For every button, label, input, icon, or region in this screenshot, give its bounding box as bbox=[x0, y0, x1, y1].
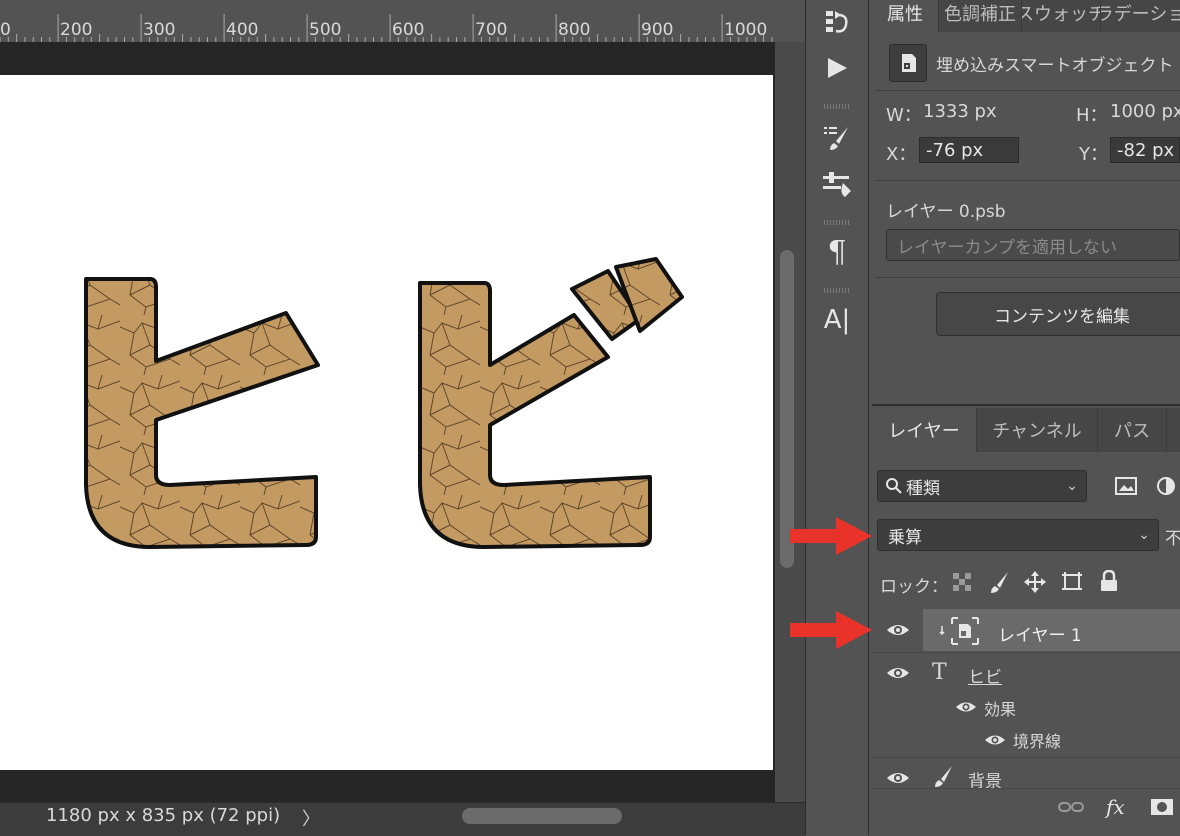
character-icon[interactable]: A| bbox=[806, 300, 868, 340]
layer-row-text[interactable] bbox=[873, 652, 1180, 693]
visibility-eye-icon[interactable] bbox=[886, 770, 910, 786]
opacity-label: 不 bbox=[1165, 529, 1180, 549]
text-layer-type-icon: T bbox=[932, 660, 947, 685]
lock-transparent-pixels-icon[interactable] bbox=[953, 573, 971, 591]
layer-name-layer1[interactable]: レイヤー 1 bbox=[998, 621, 1082, 646]
visibility-eye-icon[interactable] bbox=[886, 622, 910, 638]
horizontal-scroll-thumb[interactable] bbox=[462, 808, 622, 824]
lock-label: ロック： bbox=[880, 577, 948, 597]
document-info: 1180 px x 835 px (72 ppi) bbox=[46, 805, 281, 826]
lock-position-icon[interactable] bbox=[1023, 570, 1047, 594]
status-menu-arrow[interactable]: 〉 bbox=[302, 805, 320, 831]
tab-gradients[interactable]: グラデーション bbox=[1101, 0, 1180, 32]
ruler-label-800: 800 bbox=[558, 20, 591, 40]
lock-all-icon[interactable] bbox=[1099, 570, 1119, 592]
object-type-label: 埋め込みスマートオブジェクト bbox=[936, 56, 1174, 76]
smart-object-icon bbox=[889, 44, 927, 82]
y-position-field[interactable]: -82 px bbox=[1110, 137, 1180, 163]
filter-kind-label: 種類 bbox=[906, 478, 940, 499]
edit-contents-button[interactable]: コンテンツを編集 bbox=[936, 292, 1180, 336]
link-layers-icon[interactable] bbox=[1058, 800, 1084, 814]
brush-icon bbox=[935, 766, 952, 787]
divider bbox=[875, 277, 1180, 278]
history-icon[interactable] bbox=[806, 2, 868, 42]
tab-swatches[interactable]: スウォッチ bbox=[1022, 0, 1101, 32]
x-position-field[interactable]: -76 px bbox=[919, 137, 1019, 163]
add-mask-icon[interactable] bbox=[1150, 798, 1174, 816]
cracked-text-artwork bbox=[84, 257, 684, 549]
visibility-eye-icon[interactable] bbox=[886, 665, 910, 681]
ruler-label-300: 300 bbox=[143, 20, 176, 40]
chevron-down-icon: ⌄ bbox=[1138, 527, 1150, 543]
ruler-label-700: 700 bbox=[475, 20, 508, 40]
panel-grip[interactable] bbox=[824, 104, 850, 109]
ruler-label-900: 900 bbox=[641, 20, 674, 40]
y-label: Y： bbox=[1079, 144, 1108, 165]
brush-settings-icon[interactable] bbox=[806, 118, 868, 158]
panel-grip[interactable] bbox=[824, 220, 850, 225]
height-value[interactable]: 1000 px bbox=[1110, 101, 1180, 122]
annotation-arrow-layer bbox=[790, 611, 872, 649]
smart-object-thumbnail-icon bbox=[939, 617, 979, 645]
play-action-icon[interactable] bbox=[806, 48, 868, 88]
chevron-down-icon: ⌄ bbox=[1066, 478, 1078, 494]
image-filter-icon[interactable] bbox=[1114, 476, 1138, 496]
ruler-label-0: 0 bbox=[0, 20, 11, 40]
divider bbox=[875, 180, 1180, 181]
layer-name-text[interactable]: ヒビ bbox=[968, 663, 1002, 688]
ruler-label-200: 200 bbox=[60, 20, 93, 40]
height-label: H： bbox=[1076, 105, 1108, 126]
smart-object-filename: レイヤー 0.psb bbox=[886, 202, 1006, 222]
layer-filter-select[interactable]: 種類 ⌄ bbox=[877, 470, 1087, 502]
stroke-effect-label[interactable]: 境界線 bbox=[1013, 728, 1061, 752]
panel-grip[interactable] bbox=[824, 288, 850, 293]
effects-label[interactable]: 効果 bbox=[984, 696, 1016, 720]
blend-mode-select[interactable]: 乗算 ⌄ bbox=[877, 519, 1159, 551]
blend-mode-value: 乗算 bbox=[888, 527, 922, 548]
paragraph-icon[interactable]: ¶ bbox=[806, 232, 868, 272]
ruler-label-1000: 1000 bbox=[724, 20, 768, 40]
x-label: X： bbox=[886, 144, 917, 165]
width-label: W： bbox=[886, 105, 922, 126]
panel-divider bbox=[872, 404, 1180, 406]
ruler-label-600: 600 bbox=[392, 20, 425, 40]
tab-paths[interactable]: パス bbox=[1098, 408, 1167, 452]
tab-channels[interactable]: チャンネル bbox=[977, 408, 1098, 452]
visibility-eye-icon[interactable] bbox=[984, 733, 1006, 748]
lock-artboard-icon[interactable] bbox=[1060, 570, 1084, 594]
width-value[interactable]: 1333 px bbox=[923, 101, 997, 122]
layers-footer bbox=[872, 788, 1180, 836]
tab-layers[interactable]: レイヤー bbox=[872, 408, 977, 452]
visibility-eye-icon[interactable] bbox=[955, 700, 977, 715]
tab-adjustments[interactable]: 色調補正 bbox=[939, 0, 1022, 32]
document-canvas[interactable] bbox=[0, 75, 773, 770]
panel-icon-strip: ¶ A| bbox=[805, 0, 869, 835]
layer-comp-select[interactable]: レイヤーカンプを適用しない bbox=[886, 229, 1180, 261]
search-icon bbox=[886, 478, 902, 494]
ruler-label-400: 400 bbox=[226, 20, 259, 40]
annotation-arrow-blend-mode bbox=[790, 517, 872, 555]
horizontal-ruler: 0 200 300 400 500 600 700 800 900 1000 bbox=[0, 0, 775, 43]
lock-image-pixels-icon[interactable] bbox=[988, 570, 1010, 594]
tab-properties[interactable]: 属性 bbox=[872, 0, 939, 32]
tab-overflow bbox=[1167, 408, 1180, 452]
divider bbox=[875, 90, 1180, 91]
adjustments-icon[interactable] bbox=[806, 164, 868, 204]
adjustment-filter-icon[interactable] bbox=[1156, 476, 1176, 496]
fx-icon[interactable]: fx bbox=[1106, 795, 1125, 819]
ruler-label-500: 500 bbox=[309, 20, 342, 40]
